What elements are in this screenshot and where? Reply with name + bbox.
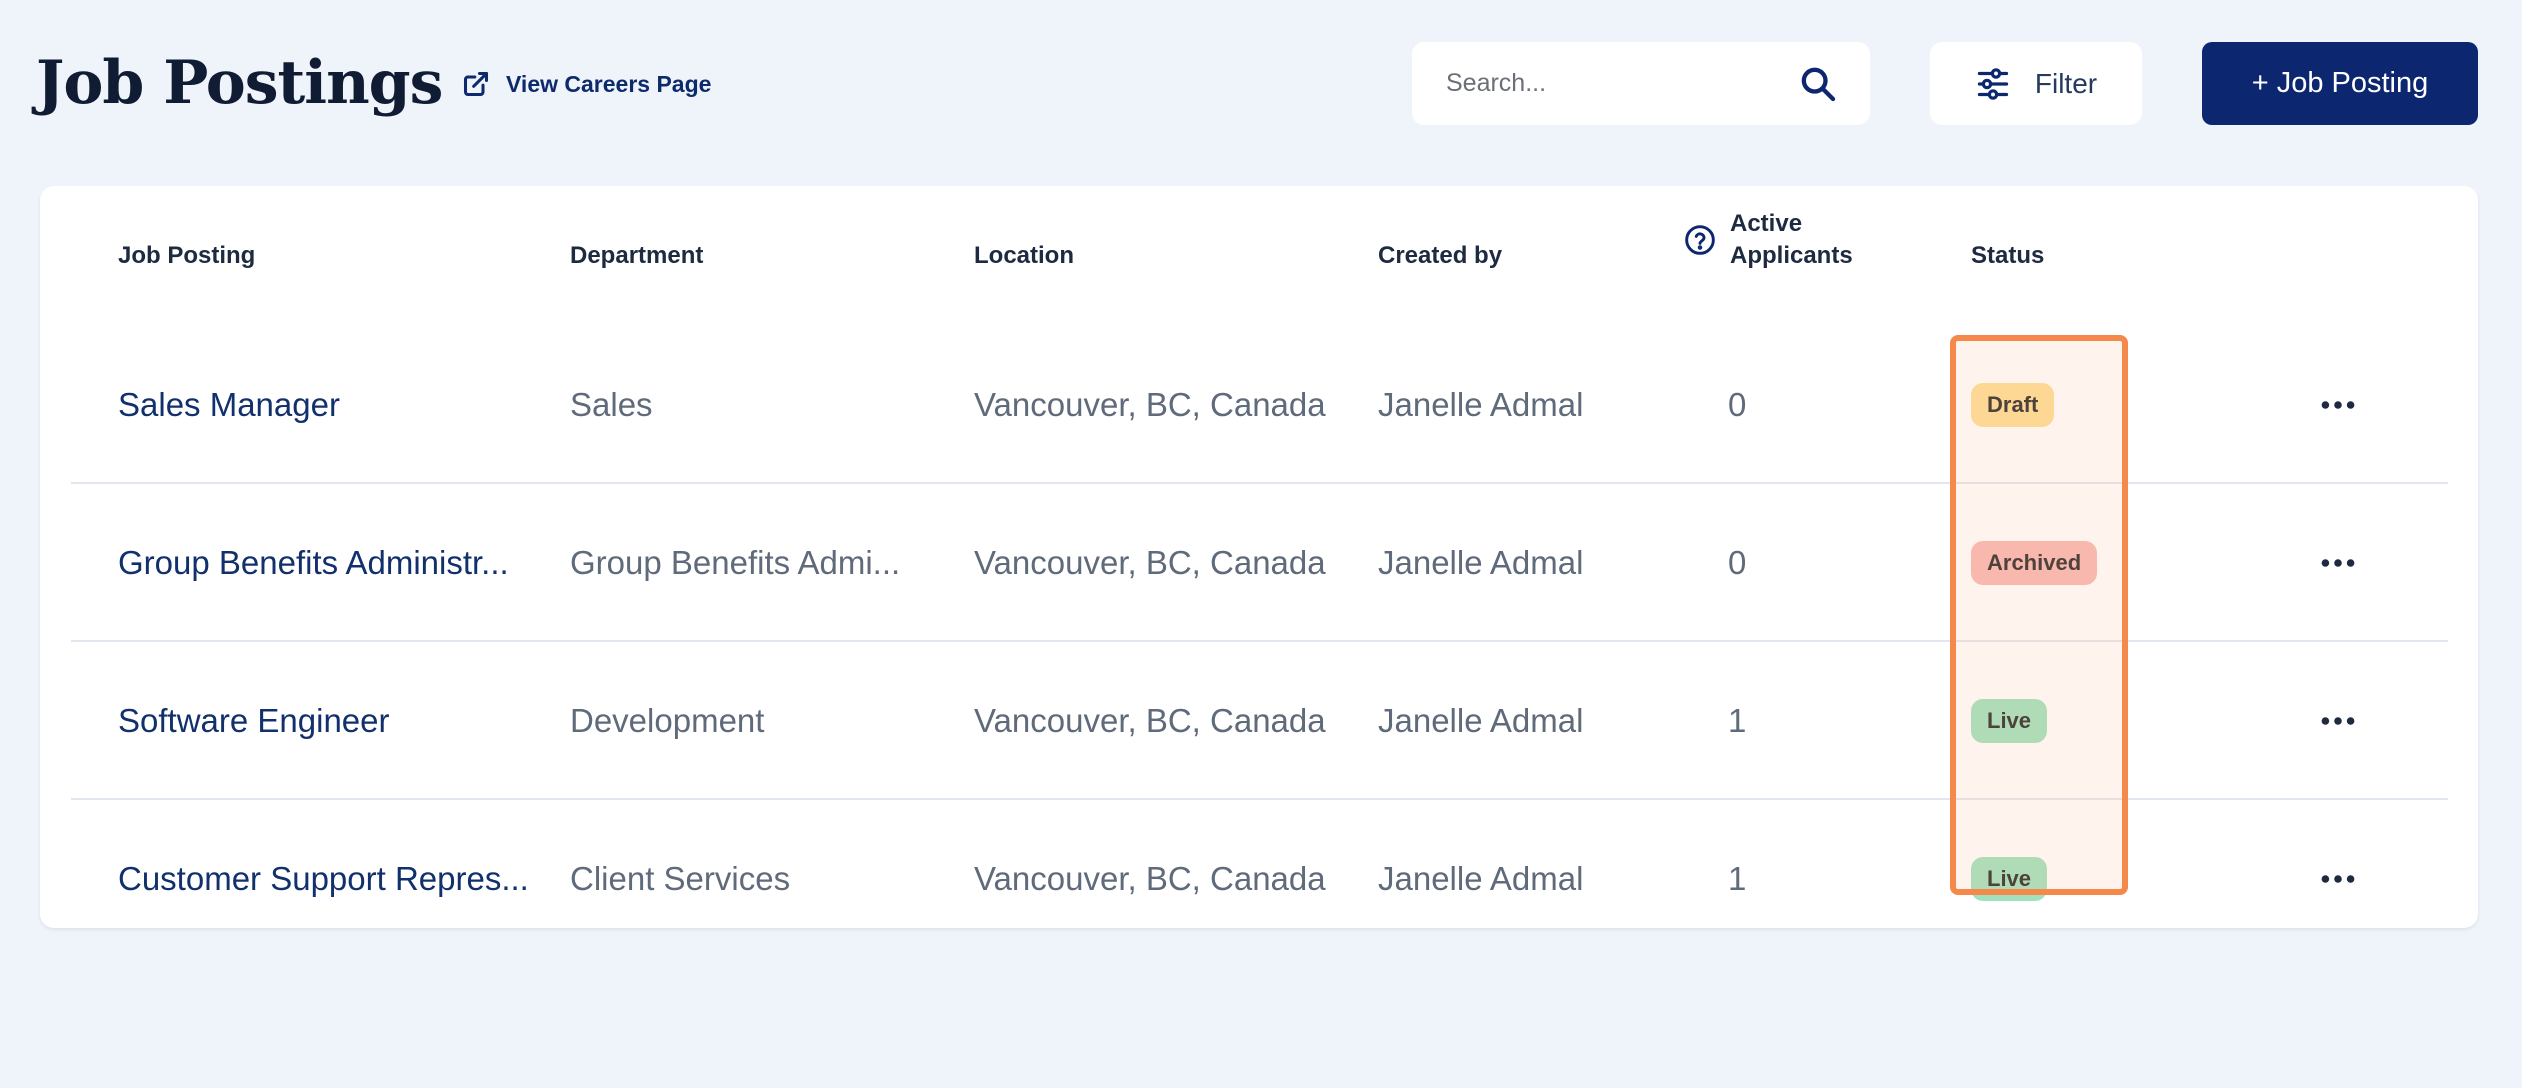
- location-cell: Vancouver, BC, Canada: [974, 544, 1326, 581]
- created-by-cell: Janelle Admal: [1378, 702, 1584, 739]
- status-badge: Live: [1971, 699, 2048, 743]
- job-postings-page: Job Postings View Careers Page Search...…: [0, 0, 2522, 1088]
- location-cell: Vancouver, BC, Canada: [974, 386, 1326, 423]
- status-badge: Draft: [1971, 383, 2055, 427]
- department-cell: Sales: [570, 386, 653, 423]
- table-row[interactable]: Sales Manager Sales Vancouver, BC, Canada J…: [71, 326, 2448, 484]
- page-title: Job Postings: [36, 48, 443, 118]
- view-careers-page-label: View Careers Page: [506, 70, 712, 97]
- job-postings-table: Job Posting Department Location Created …: [40, 186, 2478, 928]
- location-cell: Vancouver, BC, Canada: [974, 702, 1326, 739]
- help-circle-icon[interactable]: [1684, 224, 1716, 256]
- column-header-location[interactable]: Location: [974, 224, 1074, 288]
- sliders-icon: [1975, 66, 2011, 102]
- status-badge: Archived: [1971, 541, 2098, 585]
- row-actions-button[interactable]: [2314, 697, 2362, 745]
- status-cell: Live: [1971, 800, 2048, 958]
- created-by-cell: Janelle Admal: [1378, 544, 1584, 581]
- table-row[interactable]: Group Benefits Administr... Group Benefit…: [71, 484, 2448, 642]
- column-header-created-by[interactable]: Created by: [1378, 224, 1502, 288]
- active-applicants-cell: 1: [1728, 860, 1747, 897]
- status-cell: Archived: [1971, 484, 2098, 642]
- view-careers-page-link[interactable]: View Careers Page: [462, 66, 711, 102]
- status-cell: Live: [1971, 642, 2048, 800]
- table-row[interactable]: Software Engineer Development Vancouver, B…: [71, 642, 2448, 800]
- table-row[interactable]: Customer Support Repres... Client Service…: [71, 800, 2448, 958]
- department-cell: Development: [570, 702, 765, 739]
- active-applicants-cell: 0: [1728, 386, 1747, 423]
- filter-button[interactable]: Filter: [1930, 42, 2142, 125]
- active-applicants-cell: 0: [1728, 544, 1747, 581]
- search-icon[interactable]: [1798, 64, 1838, 104]
- filter-label: Filter: [2034, 67, 2098, 99]
- department-cell: Client Services: [570, 860, 791, 897]
- job-title-link[interactable]: Sales Manager: [118, 326, 340, 484]
- column-header-job-posting[interactable]: Job Posting: [118, 224, 255, 288]
- more-horizontal-icon: [2321, 875, 2355, 883]
- more-horizontal-icon: [2321, 717, 2355, 725]
- more-horizontal-icon: [2321, 401, 2355, 409]
- column-header-department[interactable]: Department: [570, 224, 703, 288]
- job-title-link[interactable]: Group Benefits Administr...: [118, 484, 509, 642]
- active-applicants-label: Active Applicants: [1730, 210, 1853, 269]
- status-cell: Draft: [1971, 326, 2055, 484]
- status-badge: Live: [1971, 857, 2048, 901]
- search-input[interactable]: [1446, 69, 1798, 98]
- job-title-link[interactable]: Customer Support Repres...: [118, 800, 529, 958]
- add-job-posting-button[interactable]: + Job Posting: [2202, 42, 2478, 125]
- column-header-active-applicants[interactable]: Active Applicants: [1684, 208, 1870, 272]
- external-link-icon: [462, 70, 490, 98]
- row-actions-button[interactable]: [2314, 381, 2362, 429]
- column-header-status[interactable]: Status: [1971, 224, 2044, 288]
- active-applicants-cell: 1: [1728, 702, 1747, 739]
- created-by-cell: Janelle Admal: [1378, 386, 1584, 423]
- more-horizontal-icon: [2321, 559, 2355, 567]
- department-cell: Group Benefits Admi...: [570, 544, 901, 581]
- job-title-link[interactable]: Software Engineer: [118, 642, 390, 800]
- row-actions-button[interactable]: [2314, 539, 2362, 587]
- location-cell: Vancouver, BC, Canada: [974, 860, 1326, 897]
- created-by-cell: Janelle Admal: [1378, 860, 1584, 897]
- search-box: [1412, 42, 1870, 125]
- row-actions-button[interactable]: [2314, 855, 2362, 903]
